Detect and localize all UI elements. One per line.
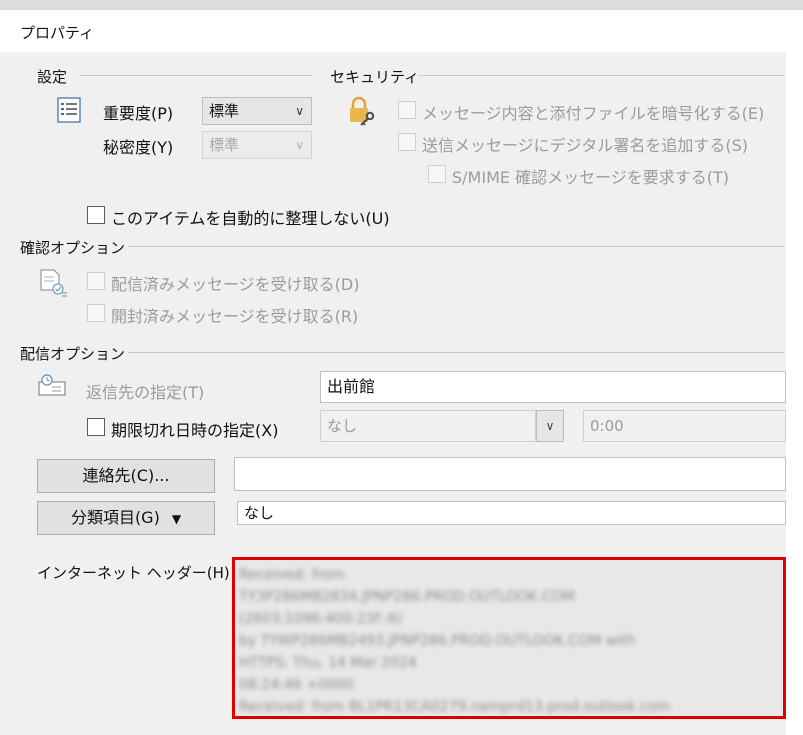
read-receipt-checkbox[interactable] bbox=[87, 304, 105, 322]
settings-rule bbox=[80, 75, 312, 76]
header-line: HTTPS; Thu, 14 Mar 2024 bbox=[239, 655, 417, 671]
tracking-document-icon bbox=[38, 268, 68, 298]
chevron-down-icon: ∨ bbox=[295, 104, 304, 118]
smime-checkbox[interactable] bbox=[428, 165, 446, 183]
settings-header: 設定 bbox=[37, 68, 68, 86]
delivery-rule bbox=[128, 352, 784, 353]
tracking-rule bbox=[128, 246, 784, 247]
tracking-header: 確認オプション bbox=[20, 239, 126, 257]
reply-to-field[interactable]: 出前館 bbox=[320, 371, 786, 403]
categories-button-label: 分類項目(G) bbox=[70, 508, 160, 527]
security-header: セキュリティ bbox=[330, 68, 420, 86]
delivery-header: 配信オプション bbox=[20, 345, 126, 363]
expires-date-field[interactable]: なし bbox=[320, 410, 536, 442]
header-line: TY3P286MB2834.JPNP286.PROD.OUTLOOK.COM bbox=[239, 589, 575, 605]
header-line: 08:24:46 +0000 bbox=[239, 677, 354, 693]
encrypt-checkbox[interactable] bbox=[398, 101, 416, 119]
list-icon bbox=[57, 97, 81, 123]
expires-label: 期限切れ日時の指定(X) bbox=[111, 421, 279, 440]
window-title: プロパティ bbox=[20, 24, 95, 42]
expires-date-dropdown[interactable]: ∨ bbox=[536, 410, 564, 442]
expires-time-field[interactable]: 0:00 bbox=[583, 410, 786, 442]
delivery-receipt-label: 配信済みメッセージを受け取る(D) bbox=[111, 275, 360, 294]
sensitivity-value: 標準 bbox=[209, 136, 240, 154]
internet-headers-label: インターネット ヘッダー(H) bbox=[37, 564, 230, 582]
title-bar bbox=[0, 10, 803, 52]
internet-headers-text: Received: from TY3P286MB2834.JPNP286.PRO… bbox=[239, 564, 779, 716]
chevron-down-icon: ∨ bbox=[295, 138, 304, 152]
smime-label: S/MIME 確認メッセージを要求する(T) bbox=[452, 168, 730, 187]
delivery-receipt-checkbox[interactable] bbox=[87, 272, 105, 290]
lock-key-icon bbox=[347, 96, 379, 126]
expires-checkbox[interactable] bbox=[87, 418, 105, 436]
reply-to-icon bbox=[37, 372, 69, 398]
importance-select[interactable]: 標準 ∨ bbox=[202, 97, 312, 125]
sensitivity-select[interactable]: 標準 ∨ bbox=[202, 131, 312, 159]
header-line: Received: from bbox=[239, 567, 345, 583]
encrypt-label: メッセージ内容と添付ファイルを暗号化する(E) bbox=[422, 104, 765, 123]
header-line: (2603:1096:400:23f::6) bbox=[239, 611, 403, 627]
read-receipt-label: 開封済みメッセージを受け取る(R) bbox=[111, 307, 359, 326]
header-line: Received: from BL1PR13CA0279.namprd13.pr… bbox=[239, 699, 670, 715]
importance-value: 標準 bbox=[209, 102, 240, 120]
right-edge-strip bbox=[786, 52, 803, 735]
chevron-down-icon: ∨ bbox=[545, 419, 555, 433]
sensitivity-label: 秘密度(Y) bbox=[103, 138, 174, 157]
header-line: by TYWP286MB2493.JPNP286.PROD.OUTLOOK.CO… bbox=[239, 633, 636, 649]
contacts-button[interactable]: 連絡先(C)... bbox=[37, 459, 215, 493]
importance-label: 重要度(P) bbox=[103, 104, 174, 123]
categories-button[interactable]: 分類項目(G) ▼ bbox=[37, 501, 215, 535]
categories-field: なし bbox=[237, 501, 786, 525]
internet-headers-box[interactable]: Received: from TY3P286MB2834.JPNP286.PRO… bbox=[232, 557, 786, 719]
security-rule bbox=[418, 75, 784, 76]
no-autoarchive-checkbox[interactable] bbox=[87, 206, 105, 224]
contacts-field[interactable] bbox=[234, 457, 786, 491]
no-autoarchive-label: このアイテムを自動的に整理しない(U) bbox=[111, 209, 390, 228]
triangle-down-icon: ▼ bbox=[171, 512, 182, 526]
sign-checkbox[interactable] bbox=[398, 133, 416, 151]
reply-to-label: 返信先の指定(T) bbox=[86, 383, 205, 402]
sign-label: 送信メッセージにデジタル署名を追加する(S) bbox=[422, 136, 749, 155]
